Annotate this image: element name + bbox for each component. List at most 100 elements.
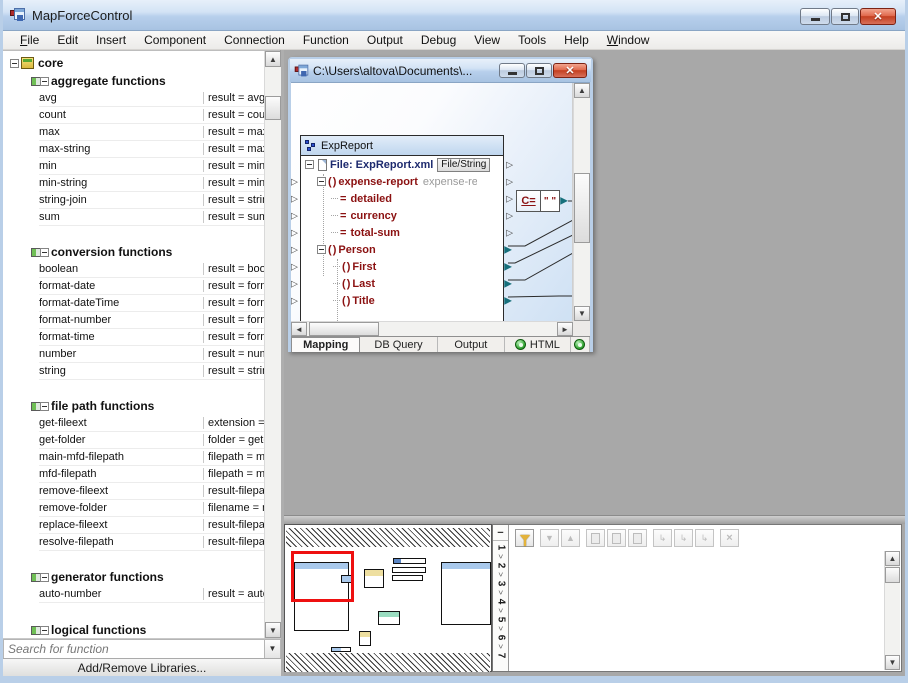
messages-tab-5[interactable]: 5 [498,613,504,625]
input-connector-icon[interactable]: ▷ [291,210,298,221]
scroll-up-icon[interactable]: ▲ [574,83,590,98]
messages-tab-2[interactable]: 2 [498,559,504,571]
scroll-up-icon[interactable]: ▲ [885,551,900,566]
function-row[interactable]: mfd-filepathfilepath = mf [39,466,264,483]
overview-viewport-rectangle[interactable] [291,551,354,602]
child-minimize-button[interactable] [499,63,525,78]
jump-to-source-button[interactable]: ↳ [653,529,672,547]
horizontal-splitter[interactable] [284,515,905,524]
tree-node-element[interactable]: ( ) Last ▷ ▶ [301,275,503,292]
menu-insert[interactable]: Insert [87,32,135,48]
function-row[interactable]: remove-folderfilename = re [39,500,264,517]
menu-output[interactable]: Output [358,32,412,48]
collapse-icon[interactable] [10,59,19,68]
input-connector-icon[interactable]: ▷ [291,176,298,187]
scrollbar-thumb[interactable] [265,96,281,120]
add-remove-libraries-button[interactable]: Add/Remove Libraries... [3,658,281,677]
scroll-left-icon[interactable]: ◄ [291,322,307,336]
scroll-down-icon[interactable]: ▼ [574,306,590,321]
library-scrollbar[interactable]: ▲ ▼ [264,51,281,638]
function-row[interactable]: format-dateTimeresult = form [39,295,264,312]
menu-view[interactable]: View [465,32,509,48]
messages-tab-4[interactable]: 4 [498,595,504,607]
function-row[interactable]: stringresult = strin [39,363,264,380]
function-row[interactable]: string-joinresult = strin [39,192,264,209]
input-connector-icon[interactable]: ▷ [291,227,298,238]
scroll-down-icon[interactable]: ▼ [885,655,900,670]
function-row[interactable]: numberresult = numb [39,346,264,363]
collapse-icon[interactable] [40,402,49,411]
function-row[interactable]: auto-numberresult = auto- [39,586,264,603]
output-connector-connected-icon[interactable]: ▶ [560,196,568,207]
copy-all-messages-button[interactable] [607,529,626,547]
tab-output[interactable]: Output [438,337,506,352]
output-connector-connected-icon[interactable]: ▶ [504,261,512,272]
output-connector-icon[interactable]: ▷ [506,176,513,187]
output-connector-icon[interactable]: ▷ [506,227,513,238]
input-connector-icon[interactable]: ▷ [291,244,298,255]
function-row[interactable]: get-folderfolder = get-f [39,432,264,449]
tree-node-element[interactable]: ( ) First ▷ ▶ [301,258,503,275]
clear-messages-button[interactable]: × [720,529,739,547]
section-aggregate-functions[interactable]: aggregate functions [3,72,264,90]
function-row[interactable]: minresult = min( [39,158,264,175]
messages-tab-3[interactable]: 3 [498,577,504,589]
tab-partial[interactable] [571,337,590,352]
function-row[interactable]: booleanresult = boole [39,261,264,278]
menu-file[interactable]: File [11,32,48,48]
input-connector-icon[interactable]: ▷ [291,193,298,204]
collapse-icon[interactable] [305,160,314,169]
move-down-button[interactable]: ▼ [540,529,559,547]
menu-tools[interactable]: Tools [509,32,555,48]
next-message-button[interactable]: ↳ [695,529,714,547]
overview-panel[interactable] [284,524,492,672]
scroll-down-icon[interactable]: ▼ [265,622,281,638]
messages-tab-current[interactable]: − [493,525,508,541]
scrollbar-thumb[interactable] [309,322,379,336]
function-row[interactable]: maxresult = maxi [39,124,264,141]
search-input[interactable] [3,639,264,659]
function-row[interactable]: resolve-filepathresult-filepat [39,534,264,551]
tab-html[interactable]: HTML [505,337,571,352]
child-close-button[interactable]: ✕ [553,63,587,78]
tab-db-query[interactable]: DB Query [360,337,437,352]
menu-debug[interactable]: Debug [412,32,465,48]
collapse-icon[interactable] [40,573,49,582]
move-up-button[interactable]: ▲ [561,529,580,547]
messages-tab-1[interactable]: 1 [498,541,504,553]
filter-button[interactable] [515,529,534,547]
mapping-canvas[interactable]: ExpReport File: ExpReport.xml File/Strin… [291,83,573,321]
collapse-icon[interactable] [317,245,326,254]
component-header[interactable]: ExpReport [301,136,503,156]
tree-node-attribute[interactable]: = total-sum ▷ ▷ [301,224,503,241]
menu-window[interactable]: Window [598,32,659,48]
scroll-up-icon[interactable]: ▲ [265,51,281,67]
collapse-icon[interactable] [40,248,49,257]
function-row[interactable]: replace-fileextresult-filepat [39,517,264,534]
menu-connection[interactable]: Connection [215,32,294,48]
output-connector-icon[interactable]: ▷ [506,193,513,204]
tree-node-attribute[interactable]: = detailed ▷ ▷ [301,190,503,207]
output-connector-icon[interactable]: ▷ [506,159,513,170]
section-file-path-functions[interactable]: file path functions [3,397,264,415]
output-connector-connected-icon[interactable]: ▶ [504,295,512,306]
previous-message-button[interactable]: ↳ [674,529,693,547]
library-root-core[interactable]: core [3,54,264,72]
menu-function[interactable]: Function [294,32,358,48]
tree-node-element[interactable]: ( ) expense-report expense-repo ▷ ▷ [301,173,503,190]
menu-help[interactable]: Help [555,32,598,48]
function-row[interactable]: get-fileextextension = g [39,415,264,432]
input-connector-icon[interactable]: ▷ [291,278,298,289]
file-string-button[interactable]: File/String [437,158,490,172]
function-row[interactable]: format-dateresult = form [39,278,264,295]
input-connector-icon[interactable]: ▷ [291,261,298,272]
messages-scrollbar[interactable]: ▲ ▼ [884,551,900,670]
copy-message-button[interactable] [586,529,605,547]
tree-node-file[interactable]: File: ExpReport.xml File/String ▷ [301,156,503,173]
output-connector-icon[interactable]: ▷ [506,210,513,221]
copy-filtered-messages-button[interactable] [628,529,647,547]
output-connector-connected-icon[interactable]: ▶ [504,278,512,289]
section-logical-functions[interactable]: logical functions [3,621,264,638]
function-row[interactable]: main-mfd-filepathfilepath = ma [39,449,264,466]
scrollbar-thumb[interactable] [574,173,590,243]
